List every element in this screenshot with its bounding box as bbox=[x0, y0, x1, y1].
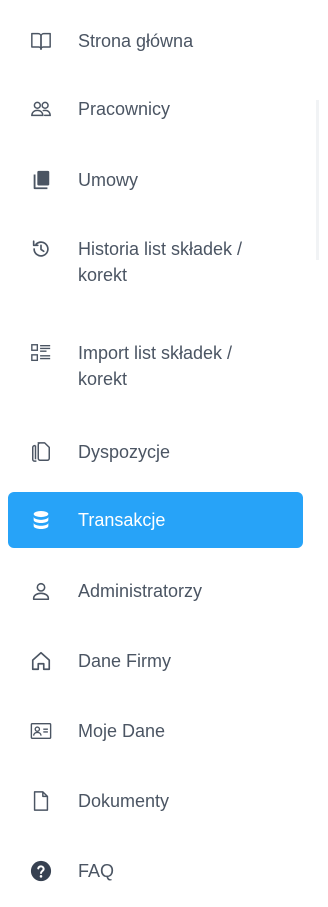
sidebar-item-strona-glowna[interactable]: Strona główna bbox=[8, 28, 303, 54]
history-icon bbox=[28, 236, 54, 262]
sidebar-item-dane-firmy[interactable]: Dane Firmy bbox=[8, 648, 303, 674]
sidebar-item-dokumenty[interactable]: Dokumenty bbox=[8, 788, 303, 814]
sidebar-item-administratorzy[interactable]: Administratorzy bbox=[8, 578, 303, 604]
sidebar-item-label: Moje Dane bbox=[78, 721, 166, 741]
sidebar-nav: Strona główna Pracownicy Umowy Historia … bbox=[0, 0, 316, 907]
users-icon bbox=[28, 96, 54, 122]
database-icon bbox=[28, 507, 54, 533]
sidebar-item-label: Dane Firmy bbox=[78, 651, 172, 671]
sidebar-item-umowy[interactable]: Umowy bbox=[8, 167, 303, 193]
label-text: Import list składek / korekt bbox=[78, 343, 233, 389]
sidebar-item-faq[interactable]: FAQ bbox=[8, 858, 303, 884]
sidebar-item-label: Historia list składek / korekt bbox=[78, 236, 242, 288]
sidebar-item-label: Pracownicy bbox=[78, 99, 171, 119]
sidebar-item-historia-list-skladek[interactable]: Historia list składek / korekt bbox=[8, 236, 303, 288]
sidebar-item-transakcje[interactable]: Transakcje bbox=[8, 492, 303, 548]
sidebar-item-label: Dyspozycje bbox=[78, 442, 171, 462]
home-icon bbox=[28, 648, 54, 674]
scrollbar-track[interactable] bbox=[316, 100, 319, 260]
label-text: Historia list składek / korekt bbox=[78, 239, 243, 285]
sidebar-item-label: Dokumenty bbox=[78, 791, 170, 811]
sidebar-item-label: Strona główna bbox=[78, 31, 194, 51]
sidebar-item-label: Umowy bbox=[78, 170, 139, 190]
user-icon bbox=[28, 578, 54, 604]
question-circle-icon bbox=[28, 858, 54, 884]
list-import-icon bbox=[28, 340, 54, 366]
sidebar-item-pracownicy[interactable]: Pracownicy bbox=[8, 96, 303, 122]
sidebar-item-dyspozycje[interactable]: Dyspozycje bbox=[8, 439, 303, 465]
books-icon bbox=[28, 167, 54, 193]
sidebar-item-import-list-skladek[interactable]: Import list składek / korekt bbox=[8, 340, 303, 392]
documents-icon bbox=[28, 439, 54, 465]
scrollbar[interactable] bbox=[316, 0, 328, 907]
sidebar-item-label: Administratorzy bbox=[78, 581, 203, 601]
sidebar-item-label: Import list składek / korekt bbox=[78, 340, 232, 392]
id-card-icon bbox=[28, 718, 54, 744]
book-open-icon bbox=[28, 28, 54, 54]
file-icon bbox=[28, 788, 54, 814]
sidebar-item-moje-dane[interactable]: Moje Dane bbox=[8, 718, 303, 744]
sidebar-item-label: Transakcje bbox=[78, 510, 166, 530]
sidebar-item-label: FAQ bbox=[78, 861, 115, 881]
